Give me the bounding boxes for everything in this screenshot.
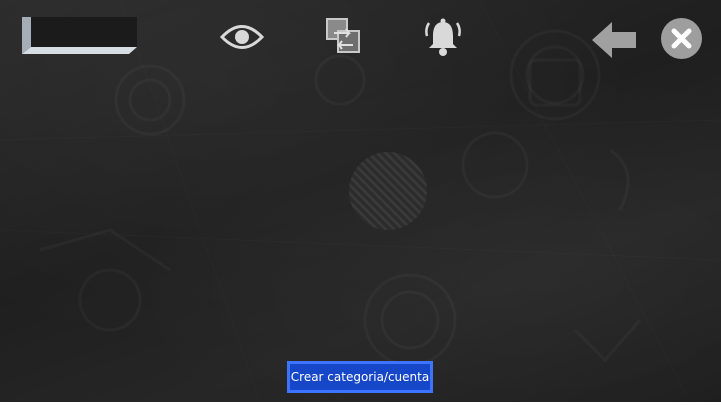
eye-icon[interactable] bbox=[220, 22, 264, 52]
striped-disc-icon bbox=[349, 152, 427, 230]
create-category-account-button[interactable]: Crear categoria/cuenta bbox=[287, 361, 433, 393]
close-icon bbox=[671, 28, 692, 49]
swap-pages-icon[interactable] bbox=[325, 17, 361, 54]
arrow-left-icon[interactable] bbox=[590, 20, 638, 60]
bell-icon[interactable] bbox=[424, 17, 462, 57]
close-button[interactable] bbox=[661, 18, 702, 59]
title-plate bbox=[22, 17, 137, 54]
app-screen: Crear categoria/cuenta bbox=[0, 0, 721, 402]
